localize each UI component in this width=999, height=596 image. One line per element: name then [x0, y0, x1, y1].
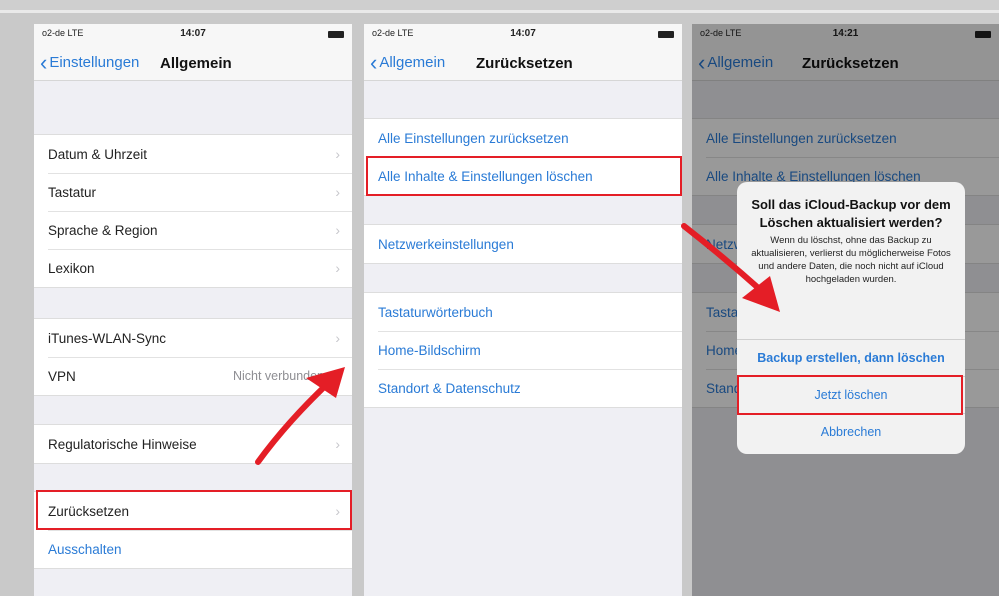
- arrow-icon-2: [681, 223, 780, 312]
- annotation-arrows: [255, 223, 780, 465]
- arrow-icon-1: [255, 367, 345, 465]
